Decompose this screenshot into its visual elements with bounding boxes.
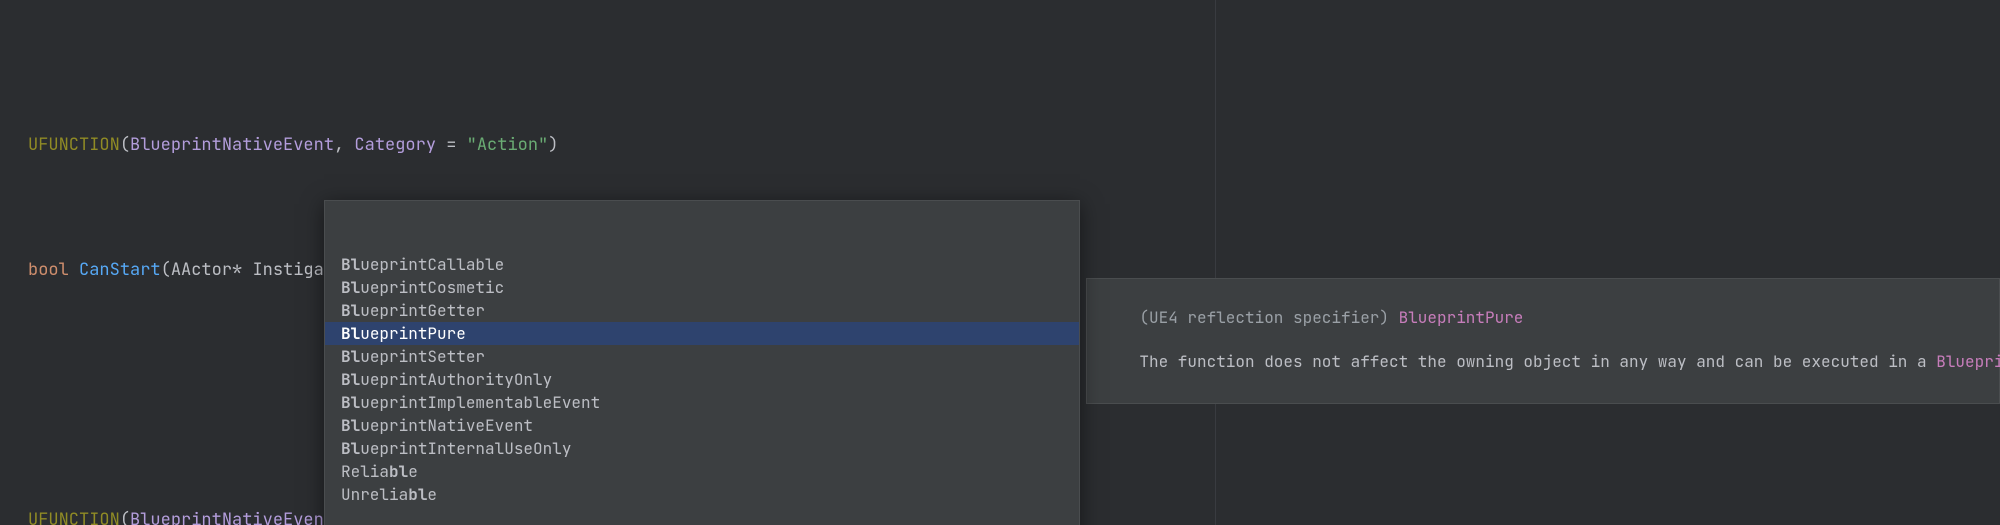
completion-popup[interactable]: BlueprintCallableBlueprintCosmeticBluepr… bbox=[324, 200, 1080, 525]
specifier: Category bbox=[354, 134, 436, 156]
doc-body: The function does not affect the owning … bbox=[1139, 351, 1936, 372]
code-line[interactable]: UFUNCTION(BlueprintNativeEvent, Category… bbox=[0, 133, 2000, 158]
doc-title: BlueprintPure bbox=[1399, 307, 1524, 328]
completion-item[interactable]: Unreliable bbox=[325, 483, 1079, 506]
string: "Action" bbox=[467, 134, 549, 156]
completion-item[interactable]: BlueprintAuthorityOnly bbox=[325, 368, 1079, 391]
type: AActor* bbox=[171, 259, 242, 281]
specifier: BlueprintNativeEvent bbox=[130, 509, 334, 525]
specifier: BlueprintNativeEvent bbox=[130, 134, 334, 156]
macro: UFUNCTION bbox=[28, 134, 120, 156]
completion-item[interactable]: BlueprintCosmetic bbox=[325, 276, 1079, 299]
completion-list[interactable]: BlueprintCallableBlueprintCosmeticBluepr… bbox=[325, 251, 1079, 508]
wrap-guide bbox=[1215, 0, 1216, 525]
completion-item[interactable]: BlueprintPure bbox=[325, 322, 1079, 345]
completion-item[interactable]: BlueprintInternalUseOnly bbox=[325, 437, 1079, 460]
punct: ( bbox=[120, 134, 130, 156]
function-name: CanStart bbox=[79, 259, 161, 281]
code-editor[interactable]: UFUNCTION(BlueprintNativeEvent, Category… bbox=[0, 0, 2000, 525]
completion-item[interactable]: BlueprintImplementableEvent bbox=[325, 391, 1079, 414]
macro: UFUNCTION bbox=[28, 509, 120, 525]
completion-item[interactable]: BlueprintCallable bbox=[325, 253, 1079, 276]
doc-prefix: (UE4 reflection specifier) bbox=[1139, 307, 1398, 328]
documentation-tooltip: (UE4 reflection specifier) BlueprintPure… bbox=[1086, 278, 2000, 404]
keyword: bool bbox=[28, 259, 69, 281]
completion-item[interactable]: BlueprintNativeEvent bbox=[325, 414, 1079, 437]
completion-item[interactable]: BlueprintGetter bbox=[325, 299, 1079, 322]
completion-item[interactable]: BlueprintSetter bbox=[325, 345, 1079, 368]
doc-highlight: Blueprint Level Blueprint bbox=[1936, 351, 2000, 372]
completion-item[interactable]: Reliable bbox=[325, 460, 1079, 483]
